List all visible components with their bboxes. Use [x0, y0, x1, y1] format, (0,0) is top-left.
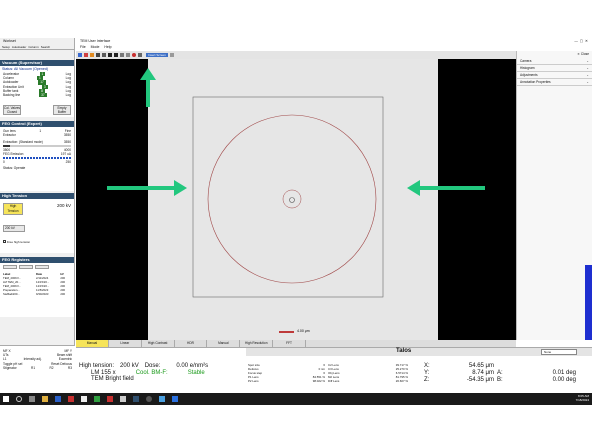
arrow-right-head: [174, 180, 187, 196]
arrow-up-head: [140, 68, 156, 80]
arrow-left-head: [407, 180, 420, 196]
annotation-arrows: [107, 68, 485, 196]
